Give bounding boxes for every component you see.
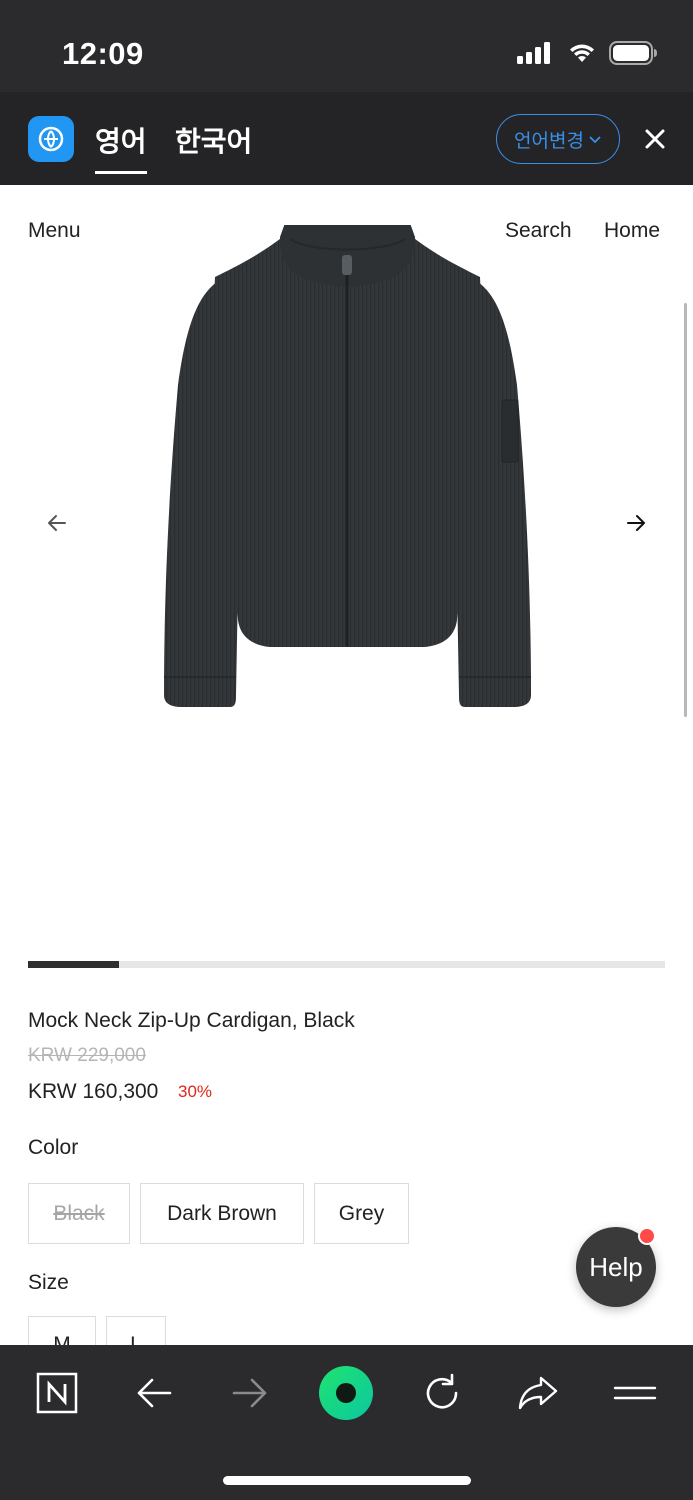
original-price: KRW 229,000 xyxy=(28,1045,146,1066)
tab-english[interactable]: 영어 xyxy=(95,120,147,174)
color-option-dark-brown[interactable]: Dark Brown xyxy=(140,1183,304,1244)
product-name: Mock Neck Zip-Up Cardigan, Black xyxy=(28,1009,355,1032)
gallery-progress-bar xyxy=(28,961,665,968)
notification-dot xyxy=(638,1227,656,1245)
home-indicator xyxy=(223,1476,471,1485)
size-label: Size xyxy=(28,1271,69,1294)
cardigan-photo xyxy=(164,225,531,707)
help-label: Help xyxy=(589,1251,643,1282)
gallery-progress-fill xyxy=(28,961,120,968)
hamburger-menu-icon[interactable] xyxy=(607,1367,663,1419)
scrollbar[interactable] xyxy=(684,303,687,717)
sale-price: KRW 160,300 xyxy=(28,1080,159,1103)
green-dot-icon[interactable] xyxy=(318,1366,374,1420)
color-option-grey[interactable]: Grey xyxy=(314,1183,409,1244)
refresh-icon[interactable] xyxy=(414,1367,470,1419)
forward-arrow-icon[interactable] xyxy=(222,1367,278,1419)
translate-app-icon[interactable] xyxy=(28,116,74,162)
size-options: M L xyxy=(28,1316,166,1345)
size-option-l[interactable]: L xyxy=(106,1316,166,1345)
battery-icon xyxy=(609,41,657,65)
product-page: Menu Search Home Mock Neck Zip-Up Cardig… xyxy=(0,185,693,1345)
status-icons xyxy=(517,40,659,66)
arrow-left-icon[interactable] xyxy=(45,511,69,535)
chevron-down-icon xyxy=(589,136,601,144)
naver-n-icon[interactable] xyxy=(29,1367,85,1419)
signal-icon xyxy=(517,42,550,64)
arrow-right-icon[interactable] xyxy=(624,511,648,535)
back-arrow-icon[interactable] xyxy=(126,1367,182,1419)
home-link[interactable]: Home xyxy=(604,219,660,243)
color-option-black[interactable]: Black xyxy=(28,1183,130,1244)
wifi-icon xyxy=(570,44,594,62)
change-language-label: 언어변경 xyxy=(514,130,584,152)
color-label: Color xyxy=(28,1136,79,1159)
tab-korean[interactable]: 한국어 xyxy=(175,120,252,160)
discount-badge: 30% xyxy=(178,1082,213,1101)
share-icon[interactable] xyxy=(510,1367,566,1419)
size-option-m[interactable]: M xyxy=(28,1316,96,1345)
color-options: Black Dark Brown Grey xyxy=(28,1183,409,1244)
translate-bar: 영어 한국어 언어변경 xyxy=(0,92,693,185)
change-language-button[interactable]: 언어변경 xyxy=(496,114,620,164)
help-button[interactable]: Help xyxy=(576,1227,656,1307)
menu-link[interactable]: Menu xyxy=(28,219,81,243)
close-icon[interactable] xyxy=(640,124,670,154)
status-time: 12:09 xyxy=(62,36,144,71)
status-bar: 12:09 xyxy=(0,0,693,92)
